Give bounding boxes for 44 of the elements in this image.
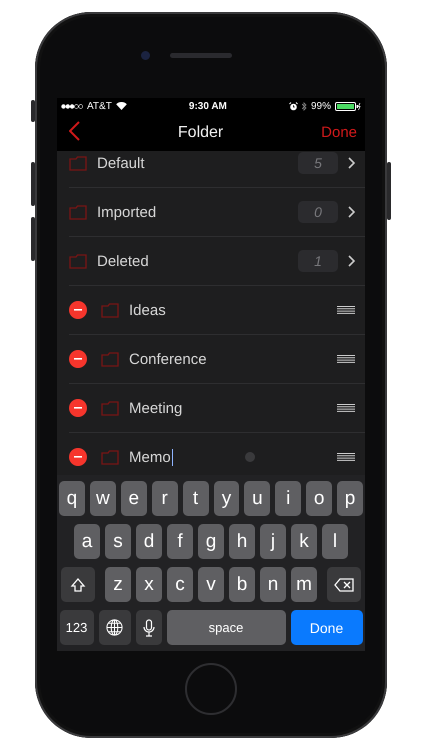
- numbers-key[interactable]: 123: [60, 610, 94, 645]
- folder-count: 5: [298, 152, 338, 174]
- keyboard-key[interactable]: y: [214, 481, 240, 516]
- folder-name[interactable]: Default: [97, 154, 145, 172]
- folder-name[interactable]: Memo: [129, 448, 171, 466]
- keyboard-key[interactable]: l: [322, 524, 348, 559]
- keyboard-key[interactable]: q: [58, 481, 85, 516]
- keyboard-key[interactable]: o: [306, 481, 332, 516]
- folder-name[interactable]: Deleted: [97, 252, 149, 270]
- done-button[interactable]: Done: [321, 124, 357, 141]
- battery-label: 99%: [310, 100, 331, 112]
- folder-name[interactable]: Imported: [97, 204, 156, 220]
- keyboard-key[interactable]: s: [105, 524, 131, 559]
- time-label: 9:30 AM: [188, 100, 227, 112]
- keyboard-key[interactable]: u: [244, 481, 270, 516]
- folder-count: 1: [298, 250, 338, 272]
- keyboard-key[interactable]: t: [182, 481, 208, 516]
- keyboard-key[interactable]: z: [105, 567, 131, 602]
- keyboard-key[interactable]: h: [229, 524, 255, 559]
- keyboard-key[interactable]: e: [120, 481, 147, 516]
- space-key[interactable]: space: [166, 610, 286, 645]
- keyboard-key[interactable]: b: [229, 567, 255, 602]
- screen-title: Folder: [178, 124, 224, 142]
- keyboard-key[interactable]: d: [136, 524, 162, 559]
- folder-name[interactable]: Meeting: [129, 400, 182, 416]
- carrier-label: AT&T: [87, 100, 112, 112]
- done-key[interactable]: Done: [290, 610, 362, 645]
- keyboard-key[interactable]: m: [291, 567, 317, 602]
- keyboard-key[interactable]: c: [167, 567, 193, 602]
- keyboard-key[interactable]: f: [167, 524, 193, 559]
- folder-name[interactable]: Ideas: [129, 302, 166, 318]
- keyboard-key[interactable]: x: [136, 567, 162, 602]
- keyboard-key[interactable]: v: [198, 567, 224, 602]
- keyboard-key[interactable]: p: [337, 481, 364, 516]
- keyboard-key[interactable]: a: [74, 524, 100, 559]
- folder-count: 0: [298, 201, 338, 223]
- keyboard-key[interactable]: n: [260, 567, 286, 602]
- keyboard-key[interactable]: i: [275, 481, 302, 516]
- keyboard-key[interactable]: w: [90, 481, 116, 516]
- keyboard-key[interactable]: r: [152, 481, 178, 516]
- keyboard-key[interactable]: g: [198, 524, 224, 559]
- keyboard-key[interactable]: k: [291, 524, 317, 559]
- keyboard-key[interactable]: j: [260, 524, 286, 559]
- folder-name[interactable]: Conference: [129, 350, 207, 368]
